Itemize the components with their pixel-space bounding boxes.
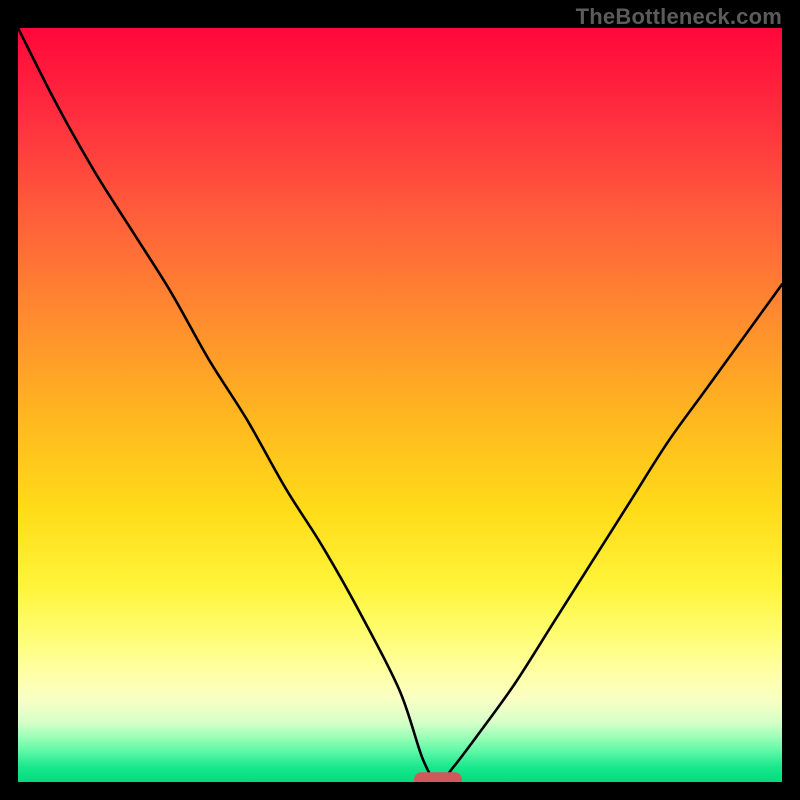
plot-area (18, 28, 782, 782)
watermark-text: TheBottleneck.com (576, 4, 782, 30)
bottleneck-curve (18, 28, 782, 782)
chart-frame: TheBottleneck.com (0, 0, 800, 800)
optimal-point-marker (414, 772, 462, 782)
